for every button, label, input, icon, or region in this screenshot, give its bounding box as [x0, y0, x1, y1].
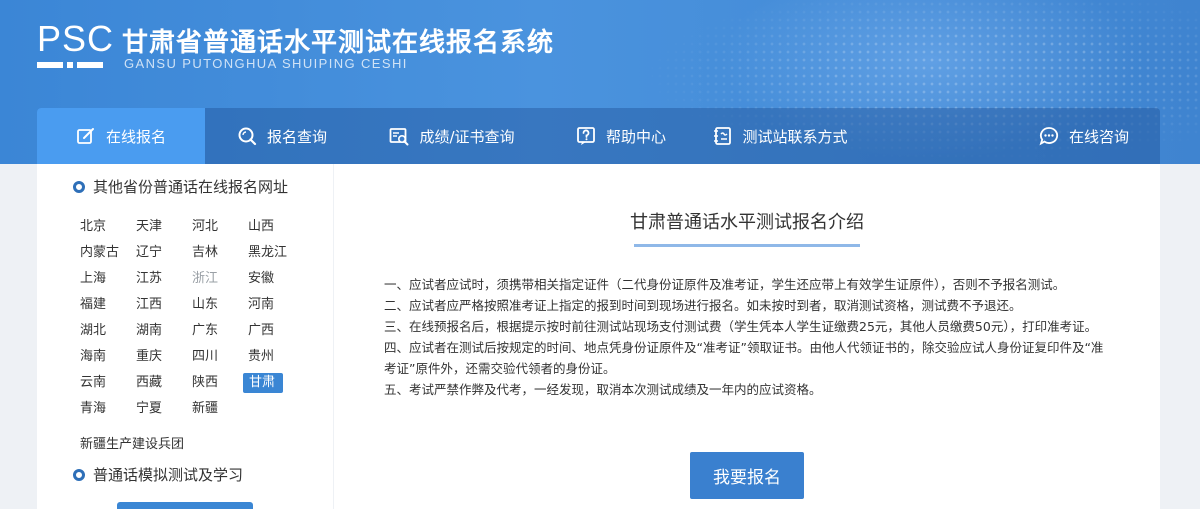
- rule-item: 四、应试者在测试后按规定的时间、地点凭身份证原件及“准考证”领取证书。由他人代领…: [384, 340, 1104, 376]
- province-link[interactable]: 青海: [75, 399, 131, 419]
- logo-text: PSC: [37, 18, 115, 59]
- signup-rules: 一、应试者应试时，须携带相关指定证件（二代身份证原件及准考证，学生还应带上有效学…: [384, 274, 1114, 400]
- province-link[interactable]: 天津: [131, 217, 187, 237]
- rule-item: 一、应试者应试时，须携带相关指定证件（二代身份证原件及准考证，学生还应带上有效学…: [384, 277, 1066, 292]
- province-link[interactable]: 海南: [75, 347, 131, 367]
- chat-icon: [1039, 126, 1059, 146]
- province-row: 湖北 湖南 广东 广西: [75, 318, 315, 344]
- nav-score-certificate-query[interactable]: 成绩/证书查询: [359, 108, 545, 164]
- main-nav: 在线报名 报名查询 成绩/证书查询 帮助中心 测试站联系方式 在线咨询: [37, 108, 1160, 164]
- nav-signup-query[interactable]: 报名查询: [205, 108, 359, 164]
- help-icon: [576, 126, 596, 146]
- nav-label: 在线咨询: [1068, 127, 1129, 146]
- province-row: 内蒙古 辽宁 吉林 黑龙江: [75, 240, 315, 266]
- province-link[interactable]: 江苏: [131, 269, 187, 289]
- nav-online-signup[interactable]: 在线报名: [37, 108, 205, 164]
- province-link[interactable]: 陕西: [187, 373, 243, 393]
- rule-item: 二、应试者应严格按照准考证上指定的报到时间到现场进行报名。如未按时到者，取消测试…: [384, 298, 1022, 313]
- edit-icon: [76, 126, 96, 146]
- province-link[interactable]: 上海: [75, 269, 131, 289]
- page-title: 甘肃普通话水平测试报名介绍: [630, 212, 864, 233]
- bullet-circle-icon: [73, 180, 85, 193]
- province-link[interactable]: 广东: [187, 321, 243, 341]
- province-link[interactable]: 云南: [75, 373, 131, 393]
- site-subtitle: GANSU PUTONGHUA SHUIPING CESHI: [124, 56, 408, 71]
- psc-logo[interactable]: PSC: [37, 18, 115, 72]
- province-row: 福建 江西 山东 河南: [75, 292, 315, 318]
- other-provinces-heading: 其他省份普通话在线报名网址: [73, 176, 288, 197]
- province-row: 青海 宁夏 新疆: [75, 396, 315, 422]
- rule-item: 三、在线预报名后，根据提示按时前往测试站现场支付测试费（学生凭本人学生证缴费25…: [384, 319, 1098, 334]
- province-link-disabled: 浙江: [192, 271, 219, 286]
- province-link-active[interactable]: 甘肃: [243, 373, 283, 393]
- province-link[interactable]: 贵州: [243, 347, 299, 367]
- search-icon: [237, 126, 257, 146]
- province-link[interactable]: 辽宁: [131, 243, 187, 263]
- province-link[interactable]: 四川: [187, 347, 243, 367]
- nav-test-station-contact[interactable]: 测试站联系方式: [697, 108, 863, 164]
- province-row: 海南 重庆 四川 贵州: [75, 344, 315, 370]
- logo-underline: [37, 62, 103, 68]
- province-link[interactable]: 河南: [243, 295, 299, 315]
- province-link[interactable]: 吉林: [187, 243, 243, 263]
- signup-button[interactable]: 我要报名: [690, 452, 804, 499]
- province-link[interactable]: 宁夏: [131, 399, 187, 419]
- province-link[interactable]: 北京: [75, 217, 131, 237]
- province-link[interactable]: 安徽: [243, 269, 299, 289]
- sidebar: 其他省份普通话在线报名网址 北京 天津 河北 山西 内蒙古 辽宁 吉林 黑龙江 …: [37, 164, 333, 509]
- site-title: 甘肃省普通话水平测试在线报名系统: [122, 28, 555, 58]
- nav-label: 帮助中心: [605, 127, 666, 146]
- nav-label: 报名查询: [266, 127, 327, 146]
- province-link[interactable]: 山东: [187, 295, 243, 315]
- province-link[interactable]: 山西: [243, 217, 299, 237]
- province-grid: 北京 天津 河北 山西 内蒙古 辽宁 吉林 黑龙江 上海 江苏 浙江 安徽 福建…: [75, 214, 315, 422]
- nav-online-consult[interactable]: 在线咨询: [1008, 108, 1160, 164]
- contact-icon: [712, 126, 732, 146]
- province-link[interactable]: 西藏: [131, 373, 187, 393]
- province-link[interactable]: 新疆: [187, 399, 243, 419]
- province-link[interactable]: 湖北: [75, 321, 131, 341]
- province-link[interactable]: 江西: [131, 295, 187, 315]
- province-row: 北京 天津 河北 山西: [75, 214, 315, 240]
- practice-heading: 普通话模拟测试及学习: [73, 464, 243, 485]
- nav-label: 在线报名: [105, 127, 166, 146]
- province-row: 上海 江苏 浙江 安徽: [75, 266, 315, 292]
- main-content: 甘肃普通话水平测试报名介绍 一、应试者应试时，须携带相关指定证件（二代身份证原件…: [334, 164, 1160, 509]
- province-link[interactable]: 重庆: [131, 347, 187, 367]
- province-row: 云南 西藏 陕西 甘肃: [75, 370, 315, 396]
- nav-help-center[interactable]: 帮助中心: [545, 108, 697, 164]
- title-underline: [634, 244, 860, 247]
- nav-label: 测试站联系方式: [742, 127, 848, 146]
- practice-button[interactable]: [117, 502, 253, 509]
- province-link[interactable]: 内蒙古: [75, 243, 131, 263]
- province-link[interactable]: 广西: [243, 321, 299, 341]
- rule-item: 五、考试严禁作弊及代考，一经发现，取消本次测试成绩及一年内的应试资格。: [384, 382, 822, 397]
- province-link[interactable]: 湖南: [131, 321, 187, 341]
- nav-label: 成绩/证书查询: [419, 127, 515, 146]
- certificate-search-icon: [389, 126, 409, 146]
- province-link[interactable]: 福建: [75, 295, 131, 315]
- province-link[interactable]: 黑龙江: [243, 243, 299, 263]
- province-link[interactable]: 河北: [187, 217, 243, 237]
- header-banner: PSC 甘肃省普通话水平测试在线报名系统 GANSU PUTONGHUA SHU…: [0, 0, 1200, 164]
- bullet-circle-icon: [73, 468, 85, 481]
- province-link-bingtuan[interactable]: 新疆生产建设兵团: [80, 433, 184, 452]
